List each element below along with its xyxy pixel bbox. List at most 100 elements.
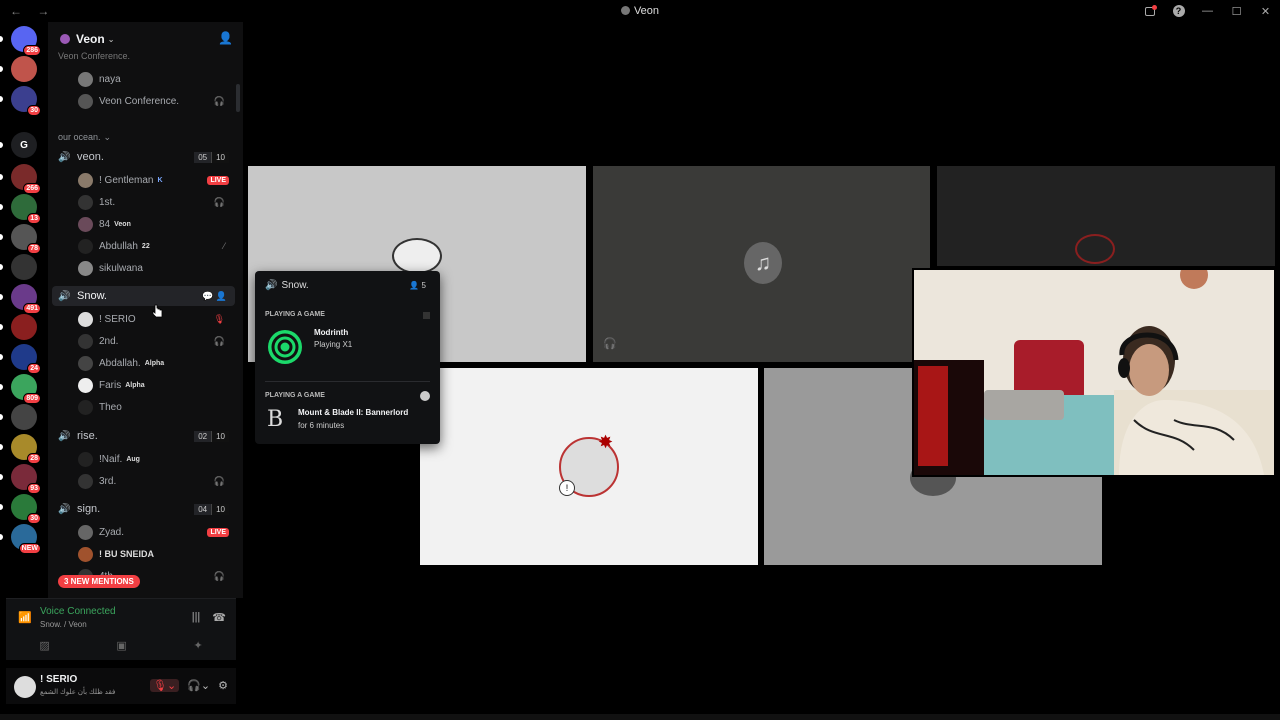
speaker-icon: 🔊 bbox=[58, 431, 71, 442]
new-mentions-pill[interactable]: 3 NEW MENTIONS bbox=[58, 575, 140, 588]
voice-connected-panel: 📶 Voice Connected Snow. / Veon ||| ☎ ▨ ▣… bbox=[6, 598, 236, 660]
webcam-tile[interactable] bbox=[912, 268, 1276, 477]
voice-user[interactable]: Abdullah 22 ⁄ bbox=[48, 236, 237, 256]
voice-user[interactable]: 3rd. 🎧 bbox=[48, 471, 237, 491]
voice-channel-veon[interactable]: 🔊 veon. 05 10 bbox=[48, 147, 237, 167]
channel-name: rise. bbox=[77, 430, 98, 442]
user-limit: 05 10 bbox=[194, 151, 229, 163]
headphones-icon[interactable]: 🎧⌄ bbox=[187, 679, 210, 692]
deafened-icon: 🎧 bbox=[213, 196, 225, 207]
user-limit: 02 10 bbox=[194, 430, 229, 442]
video-tile[interactable] bbox=[937, 166, 1275, 266]
server-icon[interactable]: 28 bbox=[0, 434, 41, 464]
avatar bbox=[1075, 234, 1115, 264]
mic-muted-icon[interactable]: 🎙⌄ bbox=[150, 679, 180, 692]
user-name: 2nd. bbox=[99, 335, 119, 347]
category-our-ocean[interactable]: our ocean. ⌄ bbox=[48, 127, 237, 147]
server-icon[interactable] bbox=[0, 404, 37, 430]
avatar bbox=[78, 355, 93, 371]
minimize-button[interactable]: — bbox=[1193, 0, 1222, 22]
user-count: 02 bbox=[194, 430, 212, 442]
unread-pip bbox=[0, 294, 3, 300]
server-icon[interactable]: 266 bbox=[0, 164, 41, 194]
server-icon[interactable] bbox=[0, 254, 37, 280]
user-name: Abdallah. bbox=[99, 357, 141, 369]
avatar bbox=[78, 451, 93, 467]
activities-icon[interactable]: ✦ bbox=[193, 639, 202, 652]
channel-actions[interactable]: 💬 👤 bbox=[202, 291, 227, 302]
server-icon[interactable]: 286 bbox=[0, 26, 41, 56]
user-tag: Aug bbox=[126, 455, 140, 463]
voice-user[interactable]: Faris Alpha bbox=[48, 375, 237, 395]
avatar bbox=[78, 71, 93, 87]
user-tag: Veon bbox=[114, 220, 131, 228]
voice-channel-snow[interactable]: 🔊 Snow. 💬 👤 bbox=[52, 286, 235, 306]
voice-user[interactable]: !Naif. Aug bbox=[48, 449, 237, 469]
noise-suppression-icon[interactable]: ||| bbox=[192, 611, 201, 624]
help-icon: ? bbox=[1172, 5, 1185, 17]
server-icon[interactable]: NEW bbox=[0, 524, 41, 554]
server-icon[interactable] bbox=[0, 314, 37, 340]
inbox-button[interactable] bbox=[1135, 0, 1164, 22]
speaker-icon: 🔊 bbox=[58, 504, 71, 515]
unread-pip bbox=[0, 264, 3, 270]
anger-icon: ✸ bbox=[598, 432, 614, 452]
voice-location: Snow. / Veon bbox=[40, 620, 87, 629]
voice-user[interactable]: Veon Conference. 🎧 bbox=[48, 91, 237, 111]
invite-people-icon[interactable]: 👤 bbox=[218, 31, 233, 45]
server-icon[interactable]: 78 bbox=[0, 224, 41, 254]
voice-channel-sign[interactable]: 🔊 sign. 04 10 bbox=[48, 499, 237, 519]
user-name: Faris bbox=[99, 379, 122, 391]
server-icon[interactable]: 24 bbox=[0, 344, 41, 374]
voice-user[interactable]: ! SERIO 🎙 bbox=[48, 309, 237, 329]
help-button[interactable]: ? bbox=[1164, 0, 1193, 22]
game-name: Modrinth bbox=[314, 328, 349, 337]
unread-pip bbox=[0, 204, 3, 210]
voice-user[interactable]: 1st. 🎧 bbox=[48, 192, 237, 212]
webcam-feed bbox=[914, 270, 1274, 475]
user-max: 10 bbox=[211, 151, 229, 163]
server-icon[interactable]: 13 bbox=[0, 194, 41, 224]
server-icon[interactable]: 93 bbox=[0, 464, 41, 494]
unread-pip bbox=[0, 96, 3, 102]
server-icon[interactable]: G bbox=[0, 132, 37, 158]
server-icon[interactable]: 809 bbox=[0, 374, 41, 404]
disconnect-icon[interactable]: ☎ bbox=[212, 611, 226, 624]
maximize-button[interactable]: ☐ bbox=[1222, 0, 1251, 22]
voice-user[interactable]: Zyad. LIVE bbox=[48, 522, 237, 542]
speaker-icon: 🔊 bbox=[58, 152, 71, 163]
avatar bbox=[78, 473, 93, 489]
voice-user[interactable]: sikulwana bbox=[48, 258, 237, 278]
voice-status[interactable]: Voice Connected bbox=[40, 606, 116, 617]
gear-icon[interactable]: ⚙ bbox=[218, 679, 228, 692]
close-button[interactable]: ✕ bbox=[1251, 0, 1280, 22]
server-icon[interactable]: 30 bbox=[0, 494, 41, 524]
camera-off-icon[interactable]: ▨ bbox=[39, 639, 49, 652]
voice-channel-rise[interactable]: 🔊 rise. 02 10 bbox=[48, 426, 237, 446]
server-icon[interactable]: 30 bbox=[0, 86, 41, 116]
clock-icon: ! bbox=[559, 480, 575, 496]
unread-pip bbox=[0, 504, 3, 510]
voice-user[interactable]: Theo bbox=[48, 397, 237, 417]
mention-badge: 93 bbox=[27, 483, 41, 494]
avatar bbox=[78, 333, 93, 349]
channel-veon-conference[interactable]: Veon Conference. bbox=[48, 49, 237, 63]
avatar[interactable] bbox=[14, 676, 36, 698]
user-name[interactable]: ! SERIO bbox=[40, 674, 77, 685]
voice-user[interactable]: 2nd. 🎧 bbox=[48, 331, 237, 351]
server-icon[interactable] bbox=[0, 56, 37, 82]
screen-share-icon[interactable]: ▣ bbox=[116, 639, 126, 652]
voice-user[interactable]: naya bbox=[48, 69, 237, 89]
taskbar bbox=[0, 714, 1280, 720]
sidebar-scrollbar[interactable] bbox=[236, 84, 240, 112]
voice-user[interactable]: 84 Veon bbox=[48, 214, 237, 234]
title-bar: ← → Veon ? — ☐ ✕ bbox=[0, 0, 1280, 22]
voice-user[interactable]: ! Gentleman K LIVE bbox=[48, 170, 237, 190]
server-icon bbox=[60, 34, 70, 44]
chevron-down-icon: ⌄ bbox=[107, 34, 115, 44]
video-tile[interactable]: ✸ ! bbox=[420, 368, 758, 565]
voice-user[interactable]: Abdallah. Alpha bbox=[48, 353, 237, 373]
server-icon[interactable]: 491 bbox=[0, 284, 41, 314]
signal-icon[interactable]: 📶 bbox=[18, 611, 32, 624]
voice-user[interactable]: ! BU SNEIDA bbox=[48, 544, 237, 564]
